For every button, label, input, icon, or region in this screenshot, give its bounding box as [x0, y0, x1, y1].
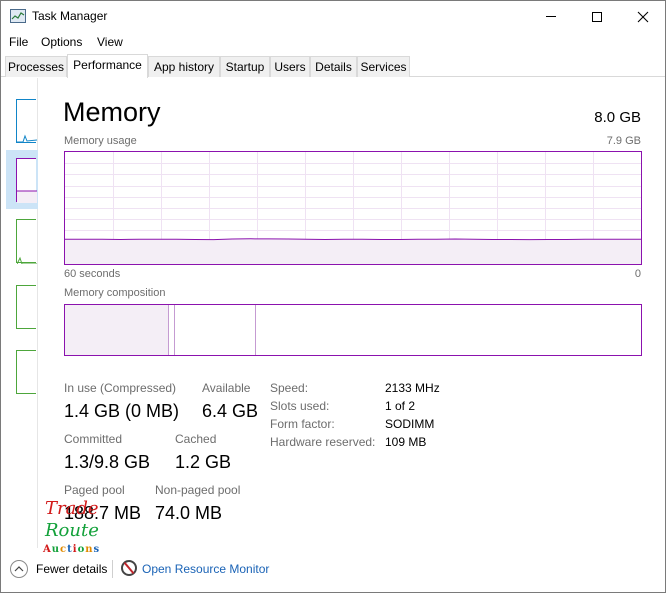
resource-monitor-icon[interactable] — [121, 560, 137, 576]
paged-pool-value: 188.7 MB — [64, 503, 142, 523]
tab-processes[interactable]: Processes — [5, 56, 67, 77]
available-label: Available — [202, 381, 251, 395]
maximize-button[interactable] — [574, 1, 620, 32]
memory-usage-max: 7.9 GB — [606, 135, 641, 147]
nonpaged-pool-label: Non-paged pool — [155, 483, 241, 497]
memory-usage-label: Memory usage — [64, 135, 137, 147]
maximize-icon — [592, 11, 602, 22]
menu-view[interactable]: View — [97, 35, 123, 49]
chevron-up-icon — [14, 566, 24, 572]
memory-composition-bar — [64, 304, 642, 356]
cached-label: Cached — [175, 432, 217, 446]
menu-file[interactable]: File — [9, 35, 28, 49]
composition-standby — [175, 305, 256, 355]
slots-label: Slots used: — [270, 399, 330, 413]
tab-services[interactable]: Services — [357, 56, 410, 77]
committed-label: Committed — [64, 432, 123, 446]
task-manager-window: Task Manager File Options View Processes… — [0, 0, 666, 593]
minimize-icon — [546, 16, 556, 17]
sidebar-item-network[interactable] — [16, 350, 36, 394]
cached-value: 1.2 GB — [175, 452, 232, 472]
title-bar[interactable]: Task Manager — [1, 1, 665, 32]
hardware-reserved-label: Hardware reserved: — [270, 435, 376, 449]
sidebar-item-disk-1[interactable] — [16, 285, 36, 329]
committed-value: 1.3/9.8 GB — [64, 452, 151, 472]
close-icon — [637, 11, 649, 22]
sidebar-item-memory[interactable] — [16, 158, 37, 203]
sidebar-item-disk-0[interactable] — [16, 219, 37, 265]
memory-usage-graph — [64, 151, 642, 265]
speed-label: Speed: — [270, 381, 309, 395]
tab-users[interactable]: Users — [270, 56, 310, 77]
in-use-label: In use (Compressed) — [64, 381, 177, 395]
in-use-value: 1.4 GB (0 MB) — [64, 401, 180, 421]
slots-value: 1 of 2 — [385, 399, 416, 413]
tab-startup[interactable]: Startup — [220, 56, 270, 77]
memory-composition-label: Memory composition — [64, 287, 166, 299]
speed-value: 2133 MHz — [385, 381, 440, 395]
window-title: Task Manager — [32, 9, 108, 23]
performance-sidebar — [1, 78, 38, 548]
close-button[interactable] — [620, 1, 666, 32]
form-factor-label: Form factor: — [270, 417, 335, 431]
fewer-details-button[interactable] — [10, 560, 28, 578]
paged-pool-label: Paged pool — [64, 483, 125, 497]
footer-separator — [112, 560, 113, 578]
form-factor-value: SODIMM — [385, 417, 435, 431]
memory-usage-area — [65, 238, 641, 264]
task-manager-icon — [10, 9, 26, 23]
tab-app-history[interactable]: App history — [148, 56, 220, 77]
menu-bar: File Options View — [1, 32, 665, 52]
available-value: 6.4 GB — [202, 401, 259, 421]
nonpaged-pool-value: 74.0 MB — [155, 503, 223, 523]
graph-time-end: 0 — [634, 268, 641, 280]
footer-bar: Fewer details Open Resource Monitor — [1, 556, 665, 582]
graph-time-span: 60 seconds — [64, 268, 121, 280]
sidebar-item-cpu[interactable] — [16, 99, 38, 143]
fewer-details-link[interactable]: Fewer details — [36, 562, 107, 576]
menu-options[interactable]: Options — [41, 35, 82, 49]
tab-performance[interactable]: Performance — [67, 54, 148, 78]
total-memory: 8.0 GB — [594, 109, 641, 126]
tab-strip: Processes Performance App history Startu… — [1, 54, 665, 78]
page-title: Memory — [63, 97, 161, 127]
memory-usage-line — [64, 238, 641, 241]
minimize-button[interactable] — [528, 1, 574, 32]
watermark-line-3: Auctions — [43, 544, 101, 555]
open-resource-monitor-link[interactable]: Open Resource Monitor — [142, 562, 269, 576]
hardware-reserved-value: 109 MB — [385, 435, 427, 449]
composition-in-use — [65, 305, 169, 355]
tab-details[interactable]: Details — [310, 56, 357, 77]
